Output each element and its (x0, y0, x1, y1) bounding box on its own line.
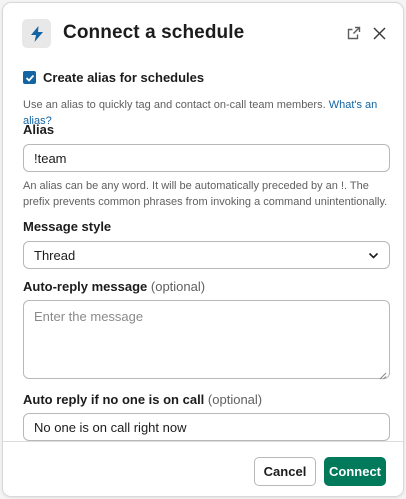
auto-reply-no-oncall-value: No one is on call right now (34, 419, 187, 435)
alias-toggle-hint: Use an alias to quickly tag and contact … (23, 97, 393, 129)
auto-reply-no-oncall-label-text: Auto reply if no one is on call (23, 392, 205, 407)
auto-reply-label-text: Auto-reply message (23, 279, 148, 294)
connect-button[interactable]: Connect (324, 457, 386, 486)
message-style-select[interactable]: Thread (23, 241, 390, 269)
auto-reply-label: Auto-reply message (optional) (23, 279, 205, 294)
alias-toggle-hint-text: Use an alias to quickly tag and contact … (23, 99, 326, 111)
open-external-icon[interactable] (345, 24, 363, 42)
chevron-down-icon (368, 248, 379, 263)
lightning-bolt-icon (22, 19, 51, 48)
auto-reply-no-oncall-optional: (optional) (207, 392, 263, 407)
auto-reply-textarea[interactable]: Enter the message (23, 300, 390, 380)
create-alias-checkbox[interactable] (23, 71, 36, 84)
modal-body: Create alias for schedules Use an alias … (3, 65, 403, 441)
create-alias-label[interactable]: Create alias for schedules (43, 70, 204, 85)
auto-reply-no-oncall-input[interactable]: No one is on call right now (23, 413, 390, 441)
auto-reply-optional: (optional) (150, 279, 206, 294)
alias-label: Alias (23, 122, 55, 137)
alias-input-value: !team (34, 150, 67, 166)
cancel-button[interactable]: Cancel (254, 457, 316, 486)
message-style-label: Message style (23, 219, 112, 234)
message-style-value: Thread (34, 247, 76, 263)
auto-reply-placeholder: Enter the message (34, 309, 144, 324)
alias-input[interactable]: !team (23, 144, 390, 172)
close-icon[interactable] (370, 24, 388, 42)
auto-reply-no-oncall-label: Auto reply if no one is on call (optiona… (23, 392, 262, 407)
alias-hint: An alias can be any word. It will be aut… (23, 180, 388, 208)
create-alias-checkbox-row: Create alias for schedules (23, 70, 204, 85)
modal-title: Connect a schedule (63, 22, 245, 43)
modal-footer: Cancel Connect (3, 441, 403, 496)
resize-handle-icon[interactable] (379, 368, 387, 380)
connect-schedule-modal: Connect a schedule Create alias for sche… (2, 2, 404, 497)
modal-header: Connect a schedule (3, 3, 403, 65)
